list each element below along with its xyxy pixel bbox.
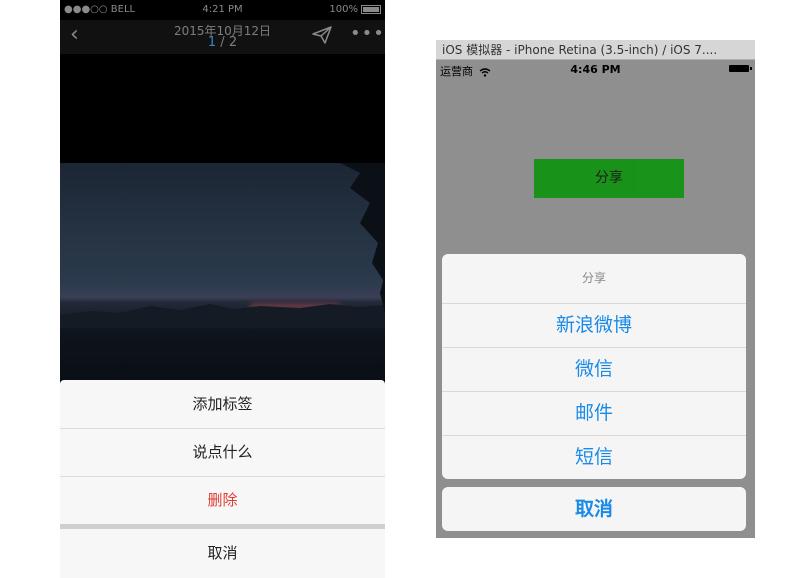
cancel-button[interactable]: 取消 <box>442 487 746 531</box>
window-title: iOS 模拟器 - iPhone Retina (3.5-inch) / iOS… <box>436 40 755 60</box>
battery-percent: 100% <box>329 4 358 15</box>
share-action-sheet: 分享 新浪微博 微信 邮件 短信 <box>442 254 746 479</box>
photo-viewer-screen: ●●●○○ BELL 4:21 PM 100% ‹ 2015年10月12日 1 … <box>60 0 385 578</box>
navigation-bar: ‹ 2015年10月12日 1 / 2 ••• <box>60 20 385 54</box>
share-button[interactable]: 分享 <box>534 159 684 198</box>
say-something-option[interactable]: 说点什么 <box>60 428 385 477</box>
sms-option[interactable]: 短信 <box>442 436 746 479</box>
sina-weibo-option[interactable]: 新浪微博 <box>442 304 746 348</box>
status-bar: ●●●○○ BELL 4:21 PM 100% <box>60 0 385 20</box>
delete-option[interactable]: 删除 <box>60 476 385 524</box>
landscape-silhouette <box>60 163 385 328</box>
more-icon[interactable]: ••• <box>350 23 385 44</box>
lake-photo <box>60 163 385 380</box>
ios-simulator-window: iOS 模拟器 - iPhone Retina (3.5-inch) / iOS… <box>436 40 755 538</box>
sheet-title: 分享 <box>442 254 746 304</box>
cancel-button[interactable]: 取消 <box>60 529 385 578</box>
status-time: 4:46 PM <box>570 63 621 76</box>
send-icon[interactable] <box>312 26 332 44</box>
add-tag-option[interactable]: 添加标签 <box>60 380 385 429</box>
battery-indicator: 100% <box>329 4 381 15</box>
page-current: 1 <box>207 35 217 50</box>
battery-icon <box>729 65 752 72</box>
page-total: 2 <box>228 35 238 50</box>
page-indicator: 1 / 2 <box>60 35 385 50</box>
action-sheet: 添加标签 说点什么 删除 取消 <box>60 380 385 578</box>
page-separator: / <box>216 35 229 50</box>
mail-option[interactable]: 邮件 <box>442 392 746 436</box>
battery-icon <box>361 4 381 14</box>
status-bar: 运营商 4:46 PM <box>436 60 755 78</box>
wechat-option[interactable]: 微信 <box>442 348 746 392</box>
